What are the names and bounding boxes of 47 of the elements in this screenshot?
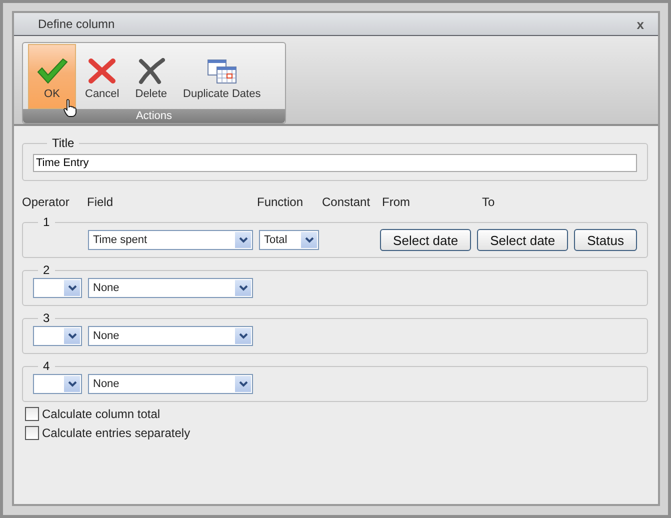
chevron-down-icon bbox=[238, 237, 248, 243]
checkbox[interactable] bbox=[25, 407, 39, 421]
function-dropdown[interactable]: Total bbox=[259, 230, 319, 250]
group-legend: 1 bbox=[38, 215, 55, 229]
group-legend: 4 bbox=[38, 359, 55, 373]
operator-dropdown[interactable] bbox=[33, 278, 82, 298]
chevron-down-icon bbox=[68, 381, 76, 387]
group-legend: Title bbox=[47, 136, 80, 150]
toolbar-button[interactable]: Delete bbox=[128, 44, 174, 109]
chevron-down-icon bbox=[68, 333, 76, 339]
checkbox-label: Calculate column total bbox=[42, 407, 160, 421]
operator-dropdown[interactable] bbox=[33, 326, 82, 346]
field-dropdown[interactable]: None bbox=[88, 326, 253, 346]
close-button[interactable]: x bbox=[636, 16, 644, 32]
column-header: Operator bbox=[22, 195, 70, 209]
field-dropdown[interactable]: None bbox=[88, 374, 253, 394]
checkbox[interactable] bbox=[25, 426, 39, 440]
group-legend: 3 bbox=[38, 311, 55, 325]
column-header: Function bbox=[257, 195, 304, 209]
chevron-down-icon bbox=[238, 333, 248, 339]
field-dropdown[interactable]: Time spent bbox=[88, 230, 253, 250]
select-button[interactable]: Select date bbox=[477, 229, 568, 251]
calendar-icon bbox=[206, 58, 237, 84]
toolbar-button[interactable]: Duplicate Dates bbox=[176, 44, 268, 109]
field-dropdown[interactable]: None bbox=[88, 278, 253, 298]
chevron-down-icon bbox=[304, 237, 314, 243]
chevron-down-icon bbox=[238, 285, 248, 291]
column-header: From bbox=[382, 195, 410, 209]
close-icon bbox=[88, 58, 116, 84]
chevron-down-icon bbox=[238, 381, 248, 387]
column-header: To bbox=[482, 195, 495, 209]
column-header: Constant bbox=[322, 195, 370, 209]
chevron-down-icon bbox=[68, 285, 76, 291]
cross-icon bbox=[137, 58, 166, 84]
operator-dropdown[interactable] bbox=[33, 374, 82, 394]
hand-cursor-icon bbox=[63, 99, 77, 117]
checkmark-icon bbox=[36, 58, 68, 84]
window-title: Define column bbox=[38, 17, 115, 31]
checkbox-label: Calculate entries separately bbox=[42, 426, 190, 440]
select-button[interactable]: Status bbox=[574, 229, 637, 251]
toolbar-button[interactable]: OK bbox=[28, 44, 76, 109]
toolbar-button[interactable]: Cancel bbox=[78, 44, 126, 109]
select-button[interactable]: Select date bbox=[380, 229, 472, 251]
title-field[interactable]: Time Entry bbox=[33, 154, 637, 172]
column-header: Field bbox=[87, 195, 114, 209]
group-label: Actions bbox=[23, 109, 285, 123]
group-legend: 2 bbox=[38, 263, 55, 277]
